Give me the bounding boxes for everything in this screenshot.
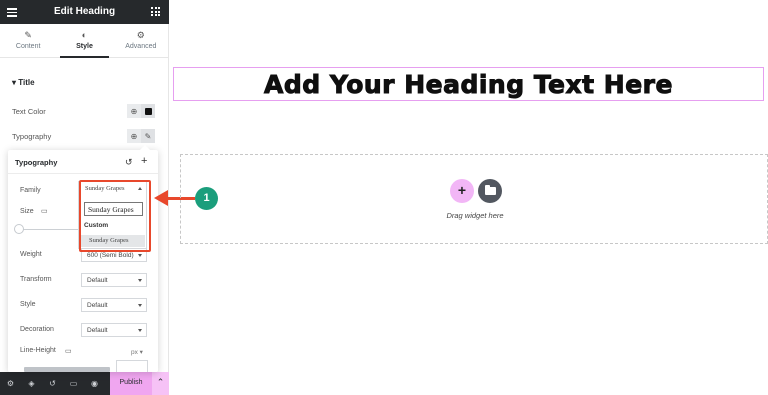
chevron-down-icon	[138, 304, 142, 307]
desktop-icon[interactable]: ▭	[65, 347, 72, 355]
edit-typography-icon[interactable]: ✎	[141, 129, 155, 143]
chevron-down-icon	[138, 279, 142, 282]
tab-style[interactable]: ◐ Style	[56, 24, 112, 58]
folder-icon	[484, 185, 496, 195]
panel-title: Edit Heading	[53, 6, 116, 17]
transform-value: Default	[87, 277, 108, 284]
family-label: Family	[20, 187, 41, 194]
add-section-button[interactable]: +	[450, 179, 474, 203]
layers-icon[interactable]: ◈	[21, 372, 42, 395]
section-title-toggle[interactable]: ▾ Title	[12, 78, 35, 87]
color-swatch	[144, 107, 152, 115]
weight-value: 600 (Semi Bold)	[87, 252, 134, 259]
pencil-icon: ✎	[24, 30, 32, 40]
unit-selector[interactable]: px ▾	[131, 348, 143, 356]
history-icon[interactable]: ↺	[42, 372, 63, 395]
color-swatch-button[interactable]	[141, 104, 155, 118]
typography-popover-header: Typography ↺ +	[8, 150, 158, 174]
chevron-down-icon	[138, 254, 142, 257]
panel-footer: ⚙ ◈ ↺ ▭ ◉ Publish ⌃	[0, 372, 169, 395]
typography-label: Typography	[12, 132, 52, 141]
style-label: Style	[20, 301, 36, 308]
text-color-label: Text Color	[12, 107, 46, 116]
line-height-unit: px	[131, 349, 138, 356]
highlight-box	[79, 180, 151, 252]
size-slider-handle[interactable]	[14, 224, 24, 234]
drop-zone[interactable]	[180, 154, 768, 244]
panel-header: Edit Heading	[0, 0, 169, 24]
transform-label: Transform	[20, 276, 52, 283]
preview-eye-icon[interactable]: ◉	[84, 372, 105, 395]
tab-style-label: Style	[76, 43, 93, 50]
decoration-select[interactable]: Default	[81, 323, 147, 337]
callout-arrow-head	[154, 190, 168, 206]
chevron-down-icon	[138, 329, 142, 332]
decoration-label: Decoration	[20, 326, 54, 333]
tab-content-label: Content	[15, 43, 41, 50]
heading-widget[interactable]: Add Your Heading Text Here	[173, 67, 764, 101]
decoration-value: Default	[87, 327, 108, 334]
publish-options-chevron-icon[interactable]: ⌃	[152, 372, 169, 395]
typography-controls: ⊕ ✎	[127, 129, 155, 143]
panel-tabs: ✎ Content ◐ Style ⚙ Advanced	[0, 24, 169, 58]
style-value: Default	[87, 302, 108, 309]
responsive-icon[interactable]: ▭	[63, 372, 84, 395]
reset-icon[interactable]: ↺	[125, 157, 133, 168]
section-title-label: Title	[18, 78, 35, 87]
drag-widget-hint: Drag widget here	[446, 211, 504, 220]
half-circle-icon: ◐	[81, 30, 88, 40]
line-height-slider[interactable]	[24, 367, 110, 372]
tab-advanced[interactable]: ⚙ Advanced	[113, 24, 169, 57]
publish-button[interactable]: Publish	[110, 372, 152, 395]
gear-icon: ⚙	[136, 30, 145, 40]
settings-icon[interactable]: ⚙	[0, 372, 21, 395]
text-color-controls: ⊕	[127, 104, 155, 118]
line-height-label: Line-Height	[20, 347, 56, 354]
tab-content[interactable]: ✎ Content	[0, 24, 56, 57]
widgets-grid-icon[interactable]	[151, 7, 160, 16]
typography-popover-title: Typography	[15, 158, 58, 167]
template-library-button[interactable]	[478, 179, 502, 203]
size-label: Size	[20, 208, 34, 215]
line-height-input[interactable]	[116, 360, 148, 372]
weight-label: Weight	[20, 251, 42, 258]
global-colors-icon[interactable]: ⊕	[127, 104, 141, 118]
size-slider-track[interactable]	[18, 229, 78, 230]
desktop-icon[interactable]: ▭	[41, 207, 48, 215]
transform-select[interactable]: Default	[81, 273, 147, 287]
global-typography-icon[interactable]: ⊕	[127, 129, 141, 143]
style-select[interactable]: Default	[81, 298, 147, 312]
heading-text[interactable]: Add Your Heading Text Here	[174, 70, 763, 100]
tab-advanced-label: Advanced	[125, 43, 157, 50]
add-icon[interactable]: +	[141, 155, 147, 167]
